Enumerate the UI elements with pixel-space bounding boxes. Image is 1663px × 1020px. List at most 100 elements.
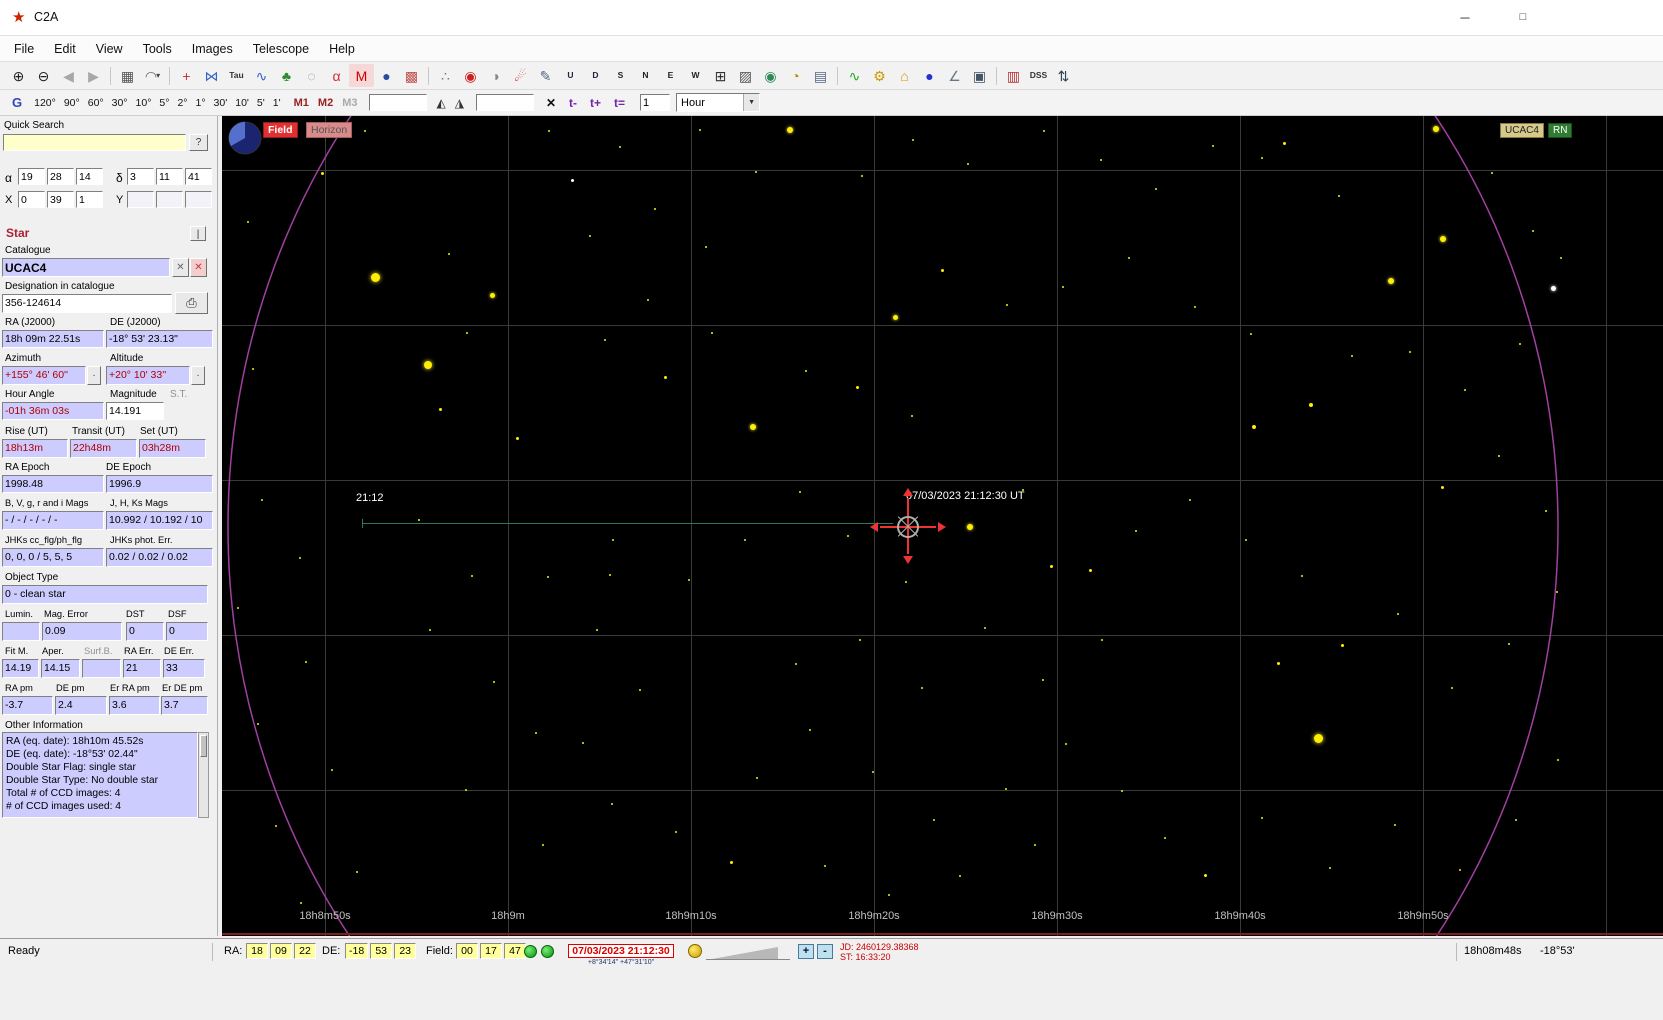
alpha-s-field[interactable]: 14 bbox=[76, 168, 103, 185]
equatorial-grid-icon[interactable]: ⊞ bbox=[708, 64, 733, 87]
dark-frame-icon[interactable]: D bbox=[583, 64, 608, 87]
flip-vertical-icon[interactable]: ◮ bbox=[455, 96, 464, 110]
fov-button-0[interactable]: 120° bbox=[30, 94, 60, 112]
alpha-m-field[interactable]: 28 bbox=[47, 168, 74, 185]
zoom-in-icon[interactable]: ⊕ bbox=[6, 64, 31, 87]
ccd-camera-icon[interactable]: ▣ bbox=[967, 64, 992, 87]
minimize-button[interactable]: ─ bbox=[1442, 0, 1488, 35]
constellation-names-icon[interactable]: Tau bbox=[224, 64, 249, 87]
planets-globe-icon[interactable]: ● bbox=[374, 64, 399, 87]
constellation-lines-icon[interactable]: ∿ bbox=[249, 64, 274, 87]
quick-search-input[interactable] bbox=[3, 134, 186, 151]
chart-panel-icon[interactable]: ▤ bbox=[808, 64, 833, 87]
menu-help[interactable]: Help bbox=[319, 42, 365, 56]
other-info-scrollbar[interactable] bbox=[198, 732, 209, 818]
settings-gear-icon[interactable]: ⚙ bbox=[867, 64, 892, 87]
guide-toggle-button[interactable]: G bbox=[12, 95, 22, 110]
delta-d-field[interactable]: 3 bbox=[127, 168, 154, 185]
west-icon[interactable]: W bbox=[683, 64, 708, 87]
fov-button-4[interactable]: 10° bbox=[132, 94, 156, 112]
fov-button-8[interactable]: 30' bbox=[210, 94, 232, 112]
history-back-icon[interactable]: ◀ bbox=[56, 64, 81, 87]
delta-s-field[interactable]: 41 bbox=[185, 168, 212, 185]
zoom-out-icon[interactable]: ⊖ bbox=[31, 64, 56, 87]
print-button[interactable]: ⎙ bbox=[175, 292, 208, 314]
dome-view-icon[interactable]: ◠ ▾ bbox=[140, 64, 165, 87]
m1-button[interactable]: M1 bbox=[294, 97, 309, 109]
time-minus-button[interactable]: t- bbox=[569, 96, 577, 110]
fov-button-7[interactable]: 1° bbox=[192, 94, 210, 112]
menu-images[interactable]: Images bbox=[182, 42, 243, 56]
x3-field[interactable]: 1 bbox=[76, 191, 103, 208]
alpha-h-field[interactable]: 19 bbox=[18, 168, 45, 185]
altitude-more-button[interactable]: · bbox=[191, 366, 205, 385]
y1-field[interactable] bbox=[127, 191, 154, 208]
angle-tool-icon[interactable]: ∠ bbox=[942, 64, 967, 87]
time-step-input[interactable] bbox=[640, 94, 671, 111]
south-icon[interactable]: S bbox=[608, 64, 633, 87]
time-unit-select[interactable]: Hour ▼ bbox=[676, 93, 761, 112]
x1-field[interactable]: 0 bbox=[18, 191, 45, 208]
planet-ellipse-icon[interactable]: ◉ bbox=[458, 64, 483, 87]
checker-field-icon[interactable]: ▩ bbox=[399, 64, 424, 87]
earth-globe-icon[interactable]: ◉ bbox=[758, 64, 783, 87]
menu-file[interactable]: File bbox=[4, 42, 44, 56]
fov-button-1[interactable]: 90° bbox=[60, 94, 84, 112]
dss-image-icon[interactable]: DSS bbox=[1026, 64, 1051, 87]
uranus-icon[interactable]: U bbox=[558, 64, 583, 87]
y3-field[interactable] bbox=[185, 191, 212, 208]
speed-plus-button[interactable]: + bbox=[798, 944, 814, 959]
center-target-icon[interactable]: + bbox=[174, 64, 199, 87]
celestial-sphere-icon[interactable]: ● bbox=[917, 64, 942, 87]
datetime-box[interactable]: 07/03/2023 21:12:30 +8°34'14" +47°31'10" bbox=[558, 941, 684, 967]
catalogue-clear-button[interactable]: ✕ bbox=[190, 258, 207, 277]
designation-field[interactable]: 356-124614 bbox=[2, 294, 172, 313]
star-field-icon[interactable]: ∴ bbox=[433, 64, 458, 87]
fov-button-9[interactable]: 10' bbox=[231, 94, 253, 112]
speed-minus-button[interactable]: - bbox=[817, 944, 833, 959]
menu-view[interactable]: View bbox=[86, 42, 133, 56]
north-icon[interactable]: N bbox=[633, 64, 658, 87]
catalogue-select-button[interactable]: ✕ bbox=[172, 258, 189, 277]
time-speed-slider[interactable] bbox=[712, 947, 778, 959]
clear-search-icon[interactable]: ✕ bbox=[546, 96, 556, 110]
annotation-pen-icon[interactable]: ✎ bbox=[533, 64, 558, 87]
history-forward-icon[interactable]: ▶ bbox=[81, 64, 106, 87]
object-name-input[interactable] bbox=[369, 94, 428, 111]
fov-button-2[interactable]: 60° bbox=[84, 94, 108, 112]
fov-button-5[interactable]: 5° bbox=[155, 94, 173, 112]
star-labels-icon[interactable]: α bbox=[324, 64, 349, 87]
fov-button-10[interactable]: 5' bbox=[253, 94, 269, 112]
messier-icon[interactable]: M bbox=[349, 64, 374, 87]
clock-icon[interactable]: ◔ bbox=[783, 64, 808, 87]
horizon-landscape-icon[interactable]: ♣ bbox=[274, 64, 299, 87]
m3-button[interactable]: M3 bbox=[342, 97, 357, 109]
search-help-button[interactable]: ? bbox=[189, 134, 208, 151]
compass-rose-icon[interactable] bbox=[226, 119, 264, 157]
y2-field[interactable] bbox=[156, 191, 183, 208]
chevron-down-icon[interactable]: ▼ bbox=[743, 94, 760, 111]
m2-button[interactable]: M2 bbox=[318, 97, 333, 109]
catalogue-field[interactable]: UCAC4 bbox=[2, 258, 170, 277]
observatory-icon[interactable]: ⌂ bbox=[892, 64, 917, 87]
star-panel-toggle-button[interactable]: | bbox=[190, 226, 206, 241]
distance-measure-icon[interactable]: ⋈ bbox=[199, 64, 224, 87]
sky-chart[interactable]: 18h8m50s 18h9m 18h9m10s 18h9m20s 18h9m30s 18h… bbox=[222, 116, 1663, 936]
azimuth-more-button[interactable]: · bbox=[87, 366, 101, 385]
maximize-button[interactable]: □ bbox=[1500, 0, 1546, 35]
delta-m-field[interactable]: 11 bbox=[156, 168, 183, 185]
time-plus-button[interactable]: t+ bbox=[590, 96, 601, 110]
fov-button-3[interactable]: 30° bbox=[108, 94, 132, 112]
flip-horizontal-icon[interactable]: ◭ bbox=[436, 96, 445, 110]
wave-icon[interactable]: ∿ bbox=[842, 64, 867, 87]
fov-button-11[interactable]: 1' bbox=[269, 94, 285, 112]
x2-field[interactable]: 39 bbox=[47, 191, 74, 208]
fov-button-6[interactable]: 2° bbox=[173, 94, 191, 112]
scrollbar-thumb[interactable] bbox=[200, 735, 207, 757]
fov-circle-icon[interactable]: ◌ bbox=[299, 64, 324, 87]
grid-icon[interactable]: ▦ bbox=[115, 64, 140, 87]
moon-icon[interactable]: ◑ bbox=[483, 64, 508, 87]
search-object-input[interactable] bbox=[475, 94, 534, 111]
comet-icon[interactable]: ☄ bbox=[508, 64, 533, 87]
east-icon[interactable]: E bbox=[658, 64, 683, 87]
